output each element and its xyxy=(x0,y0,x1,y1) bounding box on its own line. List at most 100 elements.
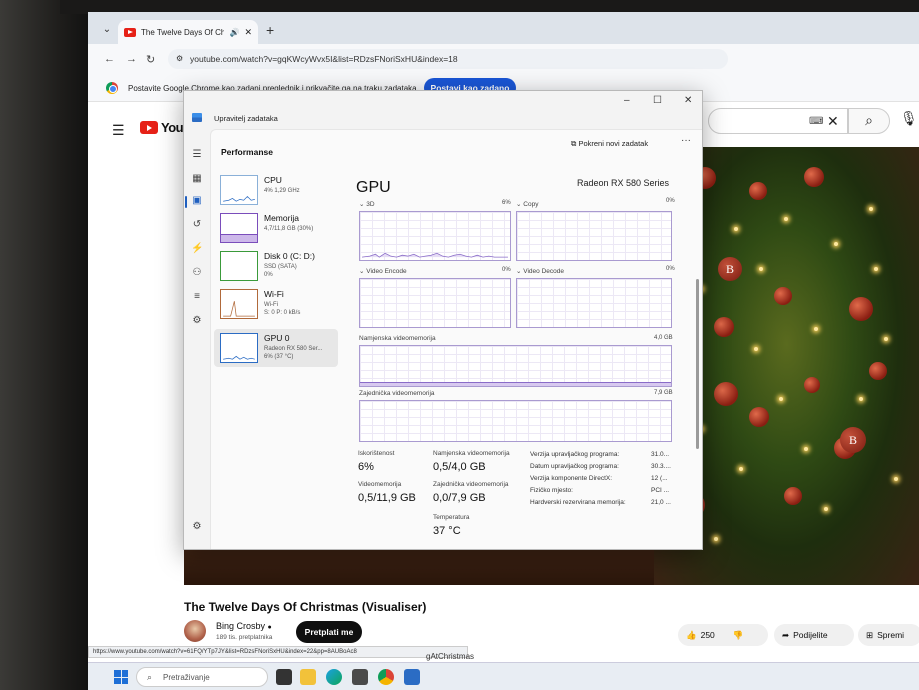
back-icon[interactable]: ← xyxy=(104,53,115,65)
dedicated-memory-fill xyxy=(360,382,671,386)
more-options-icon[interactable]: ··· xyxy=(681,135,691,146)
device-detail: 4% 1,29 GHz xyxy=(264,188,300,194)
channel-avatar[interactable] xyxy=(184,620,206,642)
browser-tab[interactable]: The Twelve Days Of Christm 🔊 ✕ xyxy=(118,20,258,44)
save-button[interactable]: ⊞ Spremi xyxy=(858,624,919,646)
ornament xyxy=(869,362,887,380)
device-memory[interactable]: Memorija 4,7/11,8 GB (30%) xyxy=(214,209,338,247)
subscribe-button[interactable]: Pretplati me xyxy=(296,621,362,643)
reload-icon[interactable]: ↻ xyxy=(146,53,155,66)
microphone-icon[interactable]: 🎙 xyxy=(900,110,918,127)
engine-3d-dropdown[interactable]: ⌄ 3D xyxy=(359,200,375,208)
device-name: CPU xyxy=(264,175,282,185)
ornament xyxy=(749,407,769,427)
like-icon[interactable]: 👍 xyxy=(686,630,697,641)
search-button[interactable]: ⌕ xyxy=(848,108,890,134)
speaker-icon[interactable]: 🔊 xyxy=(229,28,239,37)
tree-light xyxy=(814,327,818,331)
device-name: Memorija xyxy=(264,213,299,223)
close-icon[interactable]: ✕ xyxy=(684,95,692,106)
save-label: Spremi xyxy=(877,630,905,640)
edge-icon[interactable] xyxy=(326,669,342,685)
video-memory-label: Videomemorija xyxy=(358,481,402,488)
shared-memory-graph xyxy=(359,400,672,442)
scrollbar[interactable] xyxy=(696,279,699,449)
file-explorer-icon[interactable] xyxy=(300,669,316,685)
reserved-memory-value: 21,0 ... xyxy=(651,499,671,506)
link-status-bubble: https://www.youtube.com/watch?v=61FQ/YTp… xyxy=(88,646,468,658)
engine-decode-dropdown[interactable]: ⌄ Video Decode xyxy=(516,267,564,275)
app-history-icon[interactable]: ↺ xyxy=(191,219,203,230)
tree-light xyxy=(759,267,763,271)
utilization-label: Iskorištenost xyxy=(358,450,395,457)
ornament xyxy=(849,297,873,321)
address-bar: ← → ↻ ⚙ youtube.com/watch?v=gqKWcyWvx5I&… xyxy=(88,44,919,74)
new-tab-icon[interactable]: + xyxy=(266,22,274,38)
driver-date-value: 30.3.... xyxy=(651,463,671,470)
processes-icon[interactable]: ▦ xyxy=(191,173,203,184)
like-count[interactable]: 250 xyxy=(701,630,715,640)
settings-icon[interactable]: ⚙ xyxy=(191,521,203,532)
tree-light xyxy=(859,397,863,401)
gpu-sparkline xyxy=(220,333,258,363)
reserved-memory-label: Hardverski rezervirana memorija: xyxy=(530,499,626,506)
shared-memory-label: Zajednička videomemorija xyxy=(359,390,435,397)
clear-search-icon[interactable]: ✕ xyxy=(827,113,839,130)
share-icon: ➦ xyxy=(782,629,790,640)
active-indicator xyxy=(185,196,187,208)
like-dislike-group: 👍 250 👎 xyxy=(678,624,768,646)
hamburger-icon[interactable]: ☰ xyxy=(191,149,203,160)
tab-strip: ⌄ The Twelve Days Of Christm 🔊 ✕ + xyxy=(88,12,919,44)
device-cpu[interactable]: CPU 4% 1,29 GHz xyxy=(214,171,338,209)
task-view-icon[interactable] xyxy=(276,669,292,685)
details-icon[interactable]: ≡ xyxy=(191,291,203,302)
services-icon[interactable]: ⚙ xyxy=(191,315,203,326)
run-new-task-button[interactable]: ⧉ Pokreni novi zadatak xyxy=(571,139,648,149)
engine-copy-dropdown[interactable]: ⌄ Copy xyxy=(516,200,538,208)
dedicated-memory-graph xyxy=(359,345,672,387)
share-button[interactable]: ➦ Podijelite xyxy=(774,624,854,646)
taskbar-search-input[interactable]: ⌕ Pretraživanje xyxy=(136,667,268,687)
task-manager-taskbar-icon[interactable] xyxy=(404,669,420,685)
engine-encode-dropdown[interactable]: ⌄ Video Encode xyxy=(359,267,407,275)
driver-version-label: Verzija upravljačkog programa: xyxy=(530,451,620,458)
device-detail: Wi-Fi xyxy=(264,302,278,308)
device-gpu[interactable]: GPU 0 Radeon RX 580 Ser... 6% (37 °C) xyxy=(214,329,338,367)
device-detail: Radeon RX 580 Ser... xyxy=(264,346,323,352)
start-icon[interactable] xyxy=(114,670,128,684)
page-title: Performanse xyxy=(221,147,273,157)
video-memory-value: 0,5/11,9 GB xyxy=(358,492,416,504)
minimize-icon[interactable]: – xyxy=(624,95,630,106)
cpu-sparkline xyxy=(220,175,258,205)
menu-icon[interactable]: ☰ xyxy=(112,122,125,139)
performance-icon[interactable]: ▣ xyxy=(191,195,203,206)
tree-light xyxy=(779,397,783,401)
startup-apps-icon[interactable]: ⚡ xyxy=(191,243,203,254)
tab-close-icon[interactable]: ✕ xyxy=(244,27,252,38)
chrome-taskbar-icon[interactable] xyxy=(378,669,394,685)
engine-encode-pct: 0% xyxy=(502,267,511,273)
tree-light xyxy=(874,267,878,271)
site-info-icon[interactable]: ⚙ xyxy=(176,54,183,63)
device-disk[interactable]: Disk 0 (C: D:) SSD (SATA) 0% xyxy=(214,247,338,285)
engine-copy-pct: 0% xyxy=(666,198,675,204)
device-name: Wi-Fi xyxy=(264,289,284,299)
forward-icon[interactable]: → xyxy=(126,53,137,65)
keyboard-icon[interactable]: ⌨ xyxy=(809,116,823,127)
url-input[interactable]: ⚙ youtube.com/watch?v=gqKWcyWvx5I&list=R… xyxy=(168,49,728,69)
search-icon: ⌕ xyxy=(865,112,873,128)
store-icon[interactable] xyxy=(352,669,368,685)
youtube-search-input[interactable]: ⌨ ✕ xyxy=(708,108,848,134)
channel-name[interactable]: Bing Crosby ● xyxy=(216,621,272,631)
tree-light xyxy=(804,447,808,451)
ornament xyxy=(774,287,792,305)
maximize-icon[interactable]: ☐ xyxy=(653,95,662,106)
users-icon[interactable]: ⚇ xyxy=(191,267,203,278)
device-wifi[interactable]: Wi-Fi Wi-Fi S: 0 P: 0 kB/s xyxy=(214,285,338,323)
dislike-icon[interactable]: 👎 xyxy=(733,630,744,641)
gpu-model: Radeon RX 580 Series xyxy=(577,178,670,188)
window-title: Upravitelj zadataka xyxy=(214,114,278,123)
device-detail: 6% (37 °C) xyxy=(264,354,294,360)
dedicated-memory-max: 4,0 GB xyxy=(654,335,673,341)
tab-search-icon[interactable]: ⌄ xyxy=(100,24,114,38)
